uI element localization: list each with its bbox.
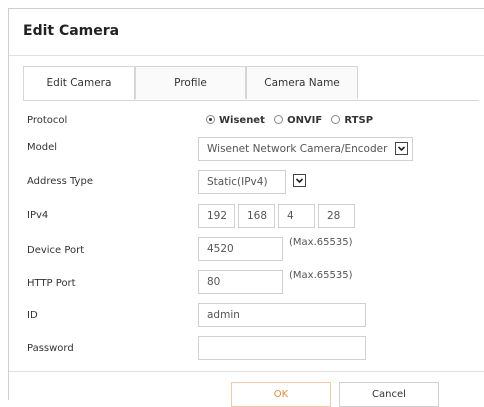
model-label: Model <box>27 142 58 153</box>
address-type-label: Address Type <box>27 176 93 187</box>
tab-edit-camera[interactable]: Edit Camera <box>23 66 135 100</box>
chevron-down-icon <box>395 142 408 155</box>
radio-selected-icon <box>206 115 215 124</box>
ipv4-octet-1[interactable] <box>198 204 235 228</box>
ipv4-octet-2[interactable] <box>238 204 275 228</box>
http-port-label: HTTP Port <box>27 278 76 289</box>
ipv4-octet-3[interactable] <box>278 204 315 228</box>
model-select[interactable]: Wisenet Network Camera/Encoder <box>198 137 413 161</box>
protocol-option-label: RTSP <box>344 115 374 126</box>
footer-divider <box>9 371 484 372</box>
protocol-option-wisenet[interactable]: Wisenet <box>206 115 265 126</box>
ipv4-label: IPv4 <box>27 210 49 221</box>
model-select-value: Wisenet Network Camera/Encoder <box>207 143 388 155</box>
device-port-input[interactable] <box>198 237 283 261</box>
id-input[interactable] <box>198 303 366 327</box>
ok-button[interactable]: OK <box>231 382 331 407</box>
protocol-option-rtsp[interactable]: RTSP <box>331 115 373 126</box>
protocol-option-label: Wisenet <box>219 115 265 126</box>
radio-unselected-icon <box>274 115 284 124</box>
ipv4-octet-4[interactable] <box>318 204 355 228</box>
tab-bar: Edit Camera Profile Camera Name <box>23 66 479 101</box>
edit-camera-dialog: Edit Camera Edit Camera Profile Camera N… <box>8 8 484 407</box>
radio-unselected-icon <box>331 115 341 124</box>
chevron-down-icon <box>293 174 306 187</box>
address-type-value: Static(IPv4) <box>207 176 268 188</box>
device-port-label: Device Port <box>27 245 85 256</box>
tab-profile[interactable]: Profile <box>135 66 246 99</box>
protocol-radio-group: Wisenet ONVIF RTSP <box>206 115 379 126</box>
http-port-hint: (Max.65535) <box>289 270 353 281</box>
dialog-title: Edit Camera <box>23 23 120 39</box>
password-input[interactable] <box>198 336 366 360</box>
password-label: Password <box>27 343 74 354</box>
protocol-option-onvif[interactable]: ONVIF <box>274 115 322 126</box>
protocol-option-label: ONVIF <box>287 115 323 126</box>
address-type-select[interactable]: Static(IPv4) <box>198 170 310 194</box>
protocol-label: Protocol <box>27 115 68 126</box>
cancel-button[interactable]: Cancel <box>339 382 439 407</box>
address-type-box: Static(IPv4) <box>198 170 286 194</box>
tab-camera-name[interactable]: Camera Name <box>246 66 358 99</box>
device-port-hint: (Max.65535) <box>289 237 353 248</box>
title-divider <box>9 55 484 56</box>
http-port-input[interactable] <box>198 270 283 294</box>
id-label: ID <box>27 310 38 321</box>
